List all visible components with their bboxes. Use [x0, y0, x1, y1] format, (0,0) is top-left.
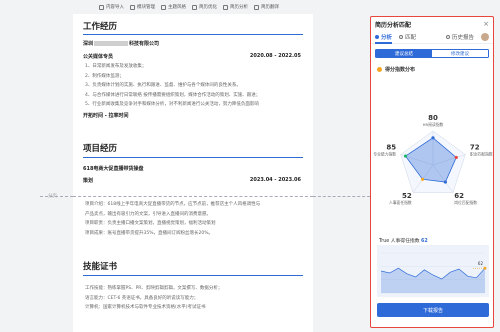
analysis-tab-icon — [375, 35, 379, 39]
score-dot-icon — [377, 67, 382, 72]
template-icon — [130, 4, 135, 10]
radar-point — [421, 177, 425, 181]
radar-chart: 80HR阅读指数 72职业匹配指数 62岗位匹配指数 52人事面任指数 85专业能力指数 — [373, 114, 493, 205]
work-bullets: 1、日常新闻发布及发放收集； 2、制作媒体监测； 3、负责媒体计划的实施、执行和… — [85, 62, 260, 110]
skills-section-rule — [83, 275, 303, 276]
tab-history[interactable]: 历史报告 — [445, 31, 474, 44]
project-section-title: 项目经历 — [83, 144, 118, 154]
toolbar-translate-label: 简历翻译 — [261, 5, 279, 10]
view-segment: 建议总结 修改建议 — [375, 49, 489, 58]
work-section-title: 工作经历 — [83, 22, 118, 32]
toolbar-optimize[interactable]: 简历优化 — [192, 4, 217, 10]
radar-point — [443, 180, 447, 184]
project-dates: 2023.04 - 2023.06 — [249, 177, 301, 183]
trend-chart: 62 — [377, 245, 489, 297]
skills-bullet: 工作技能：熟练掌握PS、PR、剪映剪辑剪辑，文案撰写、数据分析； — [85, 286, 223, 291]
theme-icon — [161, 4, 166, 10]
radar-value-label: 72 — [470, 144, 480, 152]
tab-analysis-label: 分析 — [381, 35, 393, 41]
tab-history-label: 历史报告 — [451, 35, 474, 41]
score-heading-label: 得分指数分布 — [385, 67, 416, 73]
download-report-button[interactable]: 下载报告 — [377, 303, 489, 317]
trend-title: True 人事得任指数 62 — [379, 237, 428, 244]
project-bullets: 项目介绍：618线上手年电商大促直播带货的节点，应节点前，推荐店主个人风格调性与… — [85, 200, 260, 238]
radar-category-label: 岗位匹配指数 — [454, 200, 477, 205]
work-section-rule — [83, 34, 303, 35]
radar-value-label: 62 — [454, 192, 464, 200]
trend-title-value: 62 — [421, 239, 428, 244]
toolbar-theme[interactable]: 主题风格 — [161, 4, 186, 10]
work-dates: 2020.08 - 2022.05 — [249, 53, 301, 59]
radar-category-label: HR阅读指数 — [423, 122, 444, 127]
company-prefix: 深圳 — [83, 41, 94, 47]
project-name: 618电商大促直播带货操盘 — [83, 166, 144, 172]
project-bullet: 产品卖点，输出有吸引力的文案，引导进入直播间的消费意愿。 — [85, 211, 211, 217]
panel-tabs: 分析 匹配 历史报告 — [371, 31, 493, 44]
company-suffix: 科技有限公司 — [129, 41, 160, 47]
resume-editor: 内容导入 模块管理 主题风格 简历优化 简历分析 简历翻译 工作经历 深圳 科技有… — [0, 0, 500, 332]
project-bullet: 项目职责：负责主播口播文案策划，直播视觉策划，福利活动策划 — [85, 221, 216, 226]
panel-header: 简历分析匹配 × — [371, 17, 493, 31]
tab-analysis[interactable]: 分析 — [375, 31, 393, 44]
import-icon — [99, 4, 104, 10]
tab-match[interactable]: 匹配 — [399, 31, 416, 44]
toolbar-modules[interactable]: 模块管理 — [130, 4, 155, 10]
work-bullet: 3、负责媒体计划的实施、执行和跟进、监督、维护与各个媒体间的良性关系。 — [85, 83, 241, 88]
radar-value-label: 85 — [386, 144, 396, 152]
close-icon[interactable]: × — [483, 20, 489, 28]
project-bullet: 项目介绍：618线上手年电商大促直播带货的节点，应节点前，推荐店主个人风格调性与 — [85, 202, 261, 207]
avatar[interactable] — [481, 33, 489, 41]
redacted-block — [94, 41, 129, 46]
radar-point — [403, 154, 408, 158]
work-bullet: 2、制作媒体监测； — [85, 73, 124, 79]
radar-category-label: 职业匹配指数 — [470, 152, 493, 157]
toolbar-translate[interactable]: 简历翻译 — [254, 4, 279, 10]
segment-suggestions[interactable]: 修改建议 — [432, 50, 488, 57]
project-bullet: 项目成果：账号直播带货提升35%，直播间订阅粉丝增长20%。 — [85, 230, 214, 236]
skills-bullet: 计算机：国家计算机技术与软件专业技术资格(水平)考试证书 — [85, 305, 206, 310]
page-break-line — [73, 196, 313, 197]
toolbar-analysis-label: 简历分析 — [230, 5, 248, 10]
history-icon — [445, 35, 450, 39]
toolbar-optimize-label: 简历优化 — [199, 5, 217, 10]
work-bullet: 4、与合作媒体进行日常联络 按传播需要组织策划，媒体合作活动的策划、实施、跟进； — [85, 92, 261, 98]
toolbar-import[interactable]: 内容导入 — [99, 4, 124, 10]
toolbar-theme-label: 主题风格 — [168, 5, 186, 10]
translate-icon — [254, 4, 259, 10]
project-section-rule — [83, 157, 303, 158]
skills-bullet: 语言能力：CET-6 英语证书，具备良好的听说读写能力； — [85, 295, 199, 301]
trend-title-label: True 人事得任指数 — [379, 239, 420, 244]
project-role: 策划 — [83, 178, 94, 184]
resume-document[interactable]: 工作经历 深圳 科技有限公司 公关媒体专员 2020.08 - 2022.05 1… — [73, 14, 313, 332]
radar-point — [431, 136, 435, 140]
work-role: 公关媒体专员 — [83, 54, 114, 60]
radar-value-label: 52 — [402, 192, 412, 200]
editor-toolbar: 内容导入 模块管理 主题风格 简历优化 简历分析 简历翻译 — [0, 0, 500, 14]
tab-match-label: 匹配 — [405, 35, 417, 41]
trend-marker-point — [483, 266, 487, 270]
trend-marker-label: 62 — [478, 261, 484, 266]
skills-bullets: 工作技能：熟练掌握PS、PR、剪映剪辑剪辑，文案撰写、数据分析； 语言能力：CE… — [85, 284, 222, 313]
radar-category-label: 人事面任指数 — [389, 200, 412, 205]
work-bullet: 1、日常新闻发布及发放收集； — [85, 64, 147, 69]
analysis-icon — [223, 4, 228, 10]
score-heading: 得分指数分布 — [371, 58, 493, 73]
work-company: 深圳 科技有限公司 — [83, 40, 159, 47]
toolbar-modules-label: 模块管理 — [137, 5, 155, 10]
segment-summary[interactable]: 建议总结 — [376, 50, 432, 57]
toolbar-analysis[interactable]: 简历分析 — [223, 4, 248, 10]
radar-category-label: 专业能力指数 — [373, 152, 396, 157]
panel-title: 简历分析匹配 — [375, 21, 412, 29]
skills-section-title: 技能证书 — [83, 262, 118, 272]
radar-point — [454, 155, 458, 160]
diagnose-icon — [192, 4, 197, 10]
analysis-panel: 简历分析匹配 × 分析 匹配 历史报告 建议总结 修改建议 得分指数分布 80 … — [370, 16, 494, 328]
work-footer: 开拓时间 - 拉率时间 — [83, 113, 129, 119]
page-break-line-outer — [40, 196, 73, 197]
radar-value-label: 80 — [428, 114, 438, 122]
page-break-line-right — [313, 196, 370, 197]
toolbar-import-label: 内容导入 — [106, 5, 124, 10]
match-tab-icon — [399, 35, 404, 39]
work-bullet: 5、行业新闻收集及竞争对手和媒体分析，对不利新闻进行公关活动，努力降低负面影响 — [85, 102, 259, 107]
